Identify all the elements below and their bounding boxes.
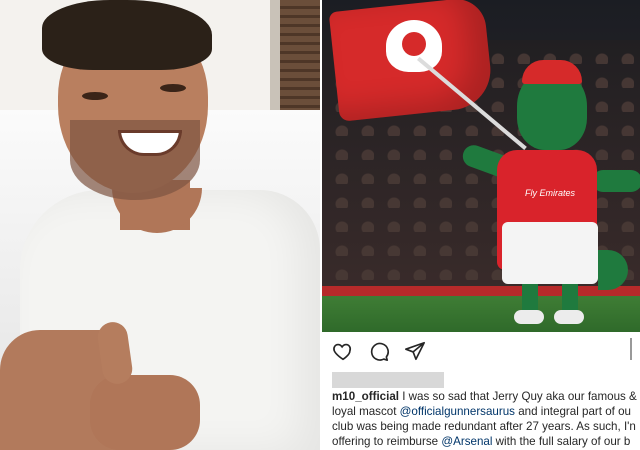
caption-line-2: loyal mascot @officialgunnersaurus and i… (332, 404, 640, 419)
caption-line-4: offering to reimburse @Arsenal with the … (332, 434, 640, 449)
right-eye (160, 84, 186, 92)
comment-icon[interactable] (368, 340, 390, 362)
fist (90, 375, 200, 450)
mention-gunnersaurus[interactable]: @officialgunnersaurus (400, 405, 515, 418)
heart-icon[interactable] (332, 340, 354, 362)
caption-text-2a: loyal mascot (332, 405, 400, 418)
share-icon[interactable] (404, 340, 426, 362)
action-bar (332, 340, 426, 362)
red-cap (522, 60, 582, 84)
redacted-likes (332, 372, 444, 388)
mention-arsenal[interactable]: @Arsenal (441, 435, 492, 448)
mascot-right-arm (592, 170, 640, 192)
caption-text-4a: offering to reimburse (332, 435, 442, 448)
mascot-photo: Fly Emirates (322, 0, 640, 332)
player-photo (0, 0, 320, 450)
caption-line-1: m10_official I was so sad that Jerry Quy… (332, 389, 640, 404)
left-eye (82, 92, 108, 100)
shirt-sponsor: Fly Emirates (524, 188, 575, 198)
instagram-post-footer: m10_official I was so sad that Jerry Quy… (322, 332, 640, 450)
mascot-left-boot (514, 310, 544, 324)
mascot-right-boot (554, 310, 584, 324)
hair (42, 0, 212, 70)
crest-center (402, 32, 426, 56)
caption-text-1: I was so sad that Jerry Quy aka our famo… (399, 390, 637, 403)
pitch-grass (322, 296, 640, 332)
post-caption: m10_official I was so sad that Jerry Quy… (332, 389, 640, 449)
caption-line-3: club was being made redundant after 27 y… (332, 420, 636, 433)
bookmark-icon[interactable] (630, 338, 640, 360)
caption-text-4b: with the full salary of our b (492, 435, 631, 448)
caption-text-2b: and integral part of ou (514, 405, 632, 418)
mascot-white-shorts (502, 222, 598, 284)
caption-username[interactable]: m10_official (332, 390, 399, 403)
